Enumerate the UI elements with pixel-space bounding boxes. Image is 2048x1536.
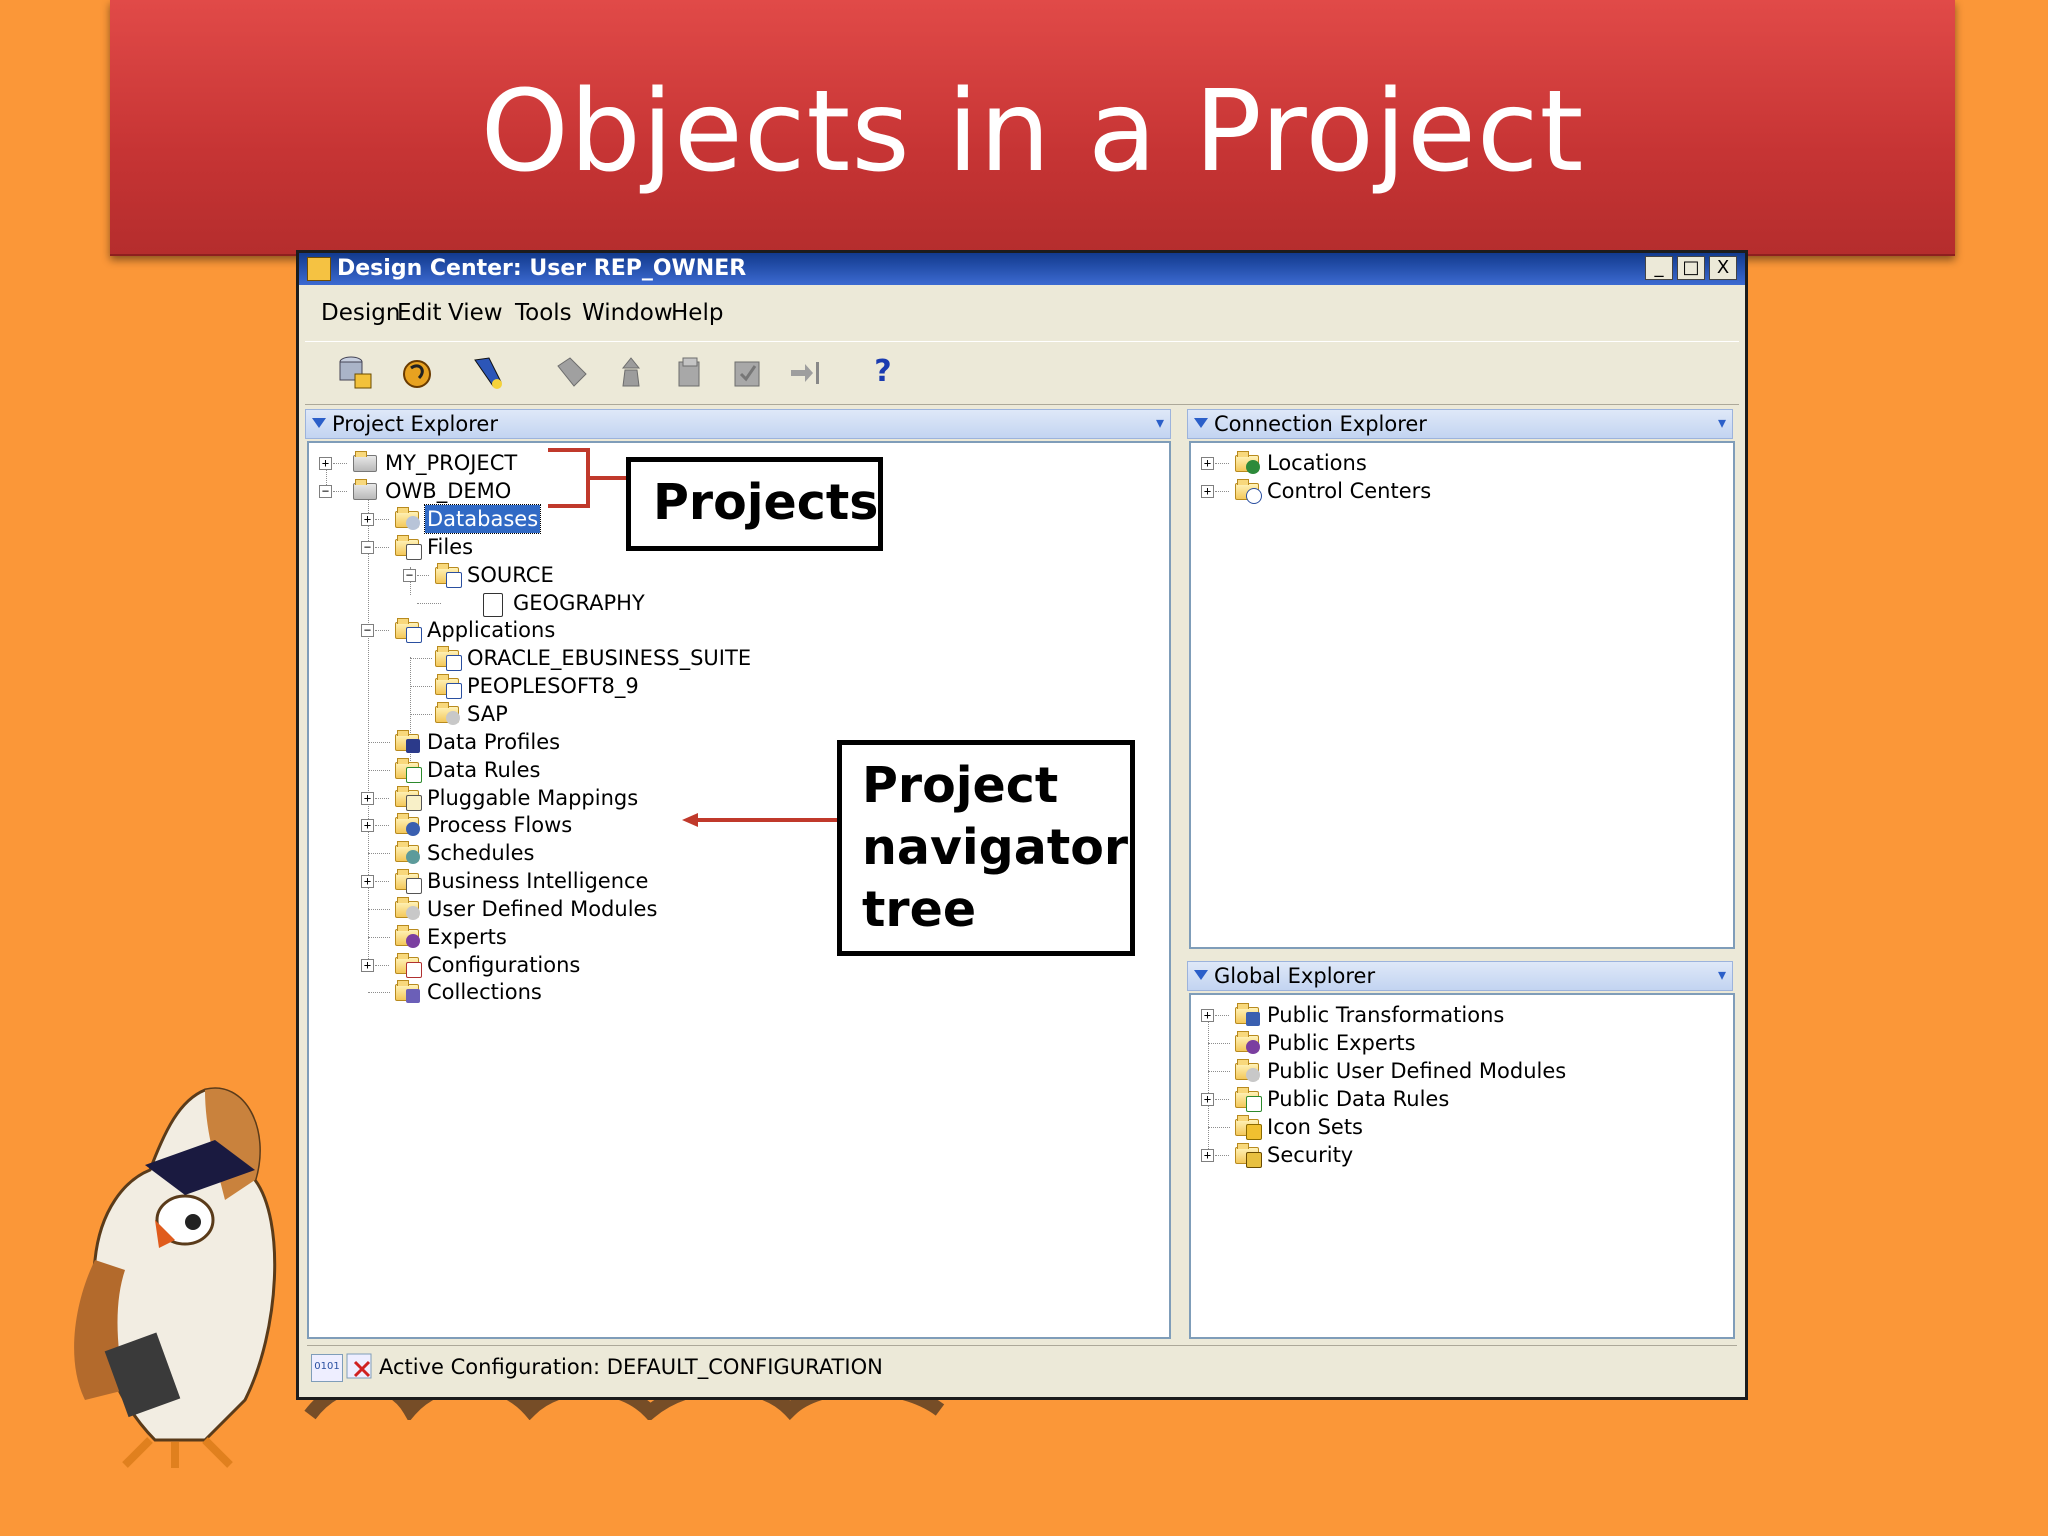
minimize-button[interactable]: _ (1645, 256, 1673, 280)
tree-arrow-annotation (682, 813, 845, 827)
validate-icon[interactable] (727, 352, 767, 392)
files-folder-icon (395, 535, 422, 560)
toolbar: ? (305, 341, 1739, 405)
global-explorer-header[interactable]: Global Explorer ▾ (1187, 961, 1733, 991)
undo-icon[interactable] (397, 352, 437, 392)
app-icon (307, 257, 331, 281)
application-folder-icon (435, 646, 462, 671)
menu-bar: Design Edit View Tools Window Help (309, 293, 1735, 333)
close-button[interactable]: X (1709, 256, 1737, 280)
file-document-icon (481, 591, 507, 617)
global-explorer-title: Global Explorer (1214, 964, 1376, 988)
security-lock-icon (1235, 1143, 1262, 1168)
menu-tools[interactable]: Tools (515, 293, 572, 333)
callout-line-2: navigator (862, 819, 1129, 876)
public-user-defined-modules-icon (1235, 1059, 1261, 1082)
expand-toggle-icon[interactable]: + (361, 819, 374, 832)
control-centers-icon (1235, 479, 1262, 504)
arrow-icon[interactable] (785, 352, 825, 392)
status-bar: 0101 Active Configuration: DEFAULT_CONFI… (307, 1345, 1737, 1388)
collections-icon (395, 980, 421, 1003)
collapse-triangle-icon[interactable] (1194, 418, 1208, 428)
collapse-triangle-icon[interactable] (1194, 970, 1208, 980)
schedules-icon (395, 841, 421, 864)
connection-explorer-title: Connection Explorer (1214, 412, 1427, 436)
sap-folder-icon (435, 702, 461, 725)
experts-icon (395, 925, 421, 948)
binary-icon[interactable]: 0101 (311, 1354, 343, 1382)
databases-folder-icon (395, 507, 421, 530)
menu-edit[interactable]: Edit (397, 293, 442, 333)
database-save-icon[interactable] (335, 352, 375, 392)
menu-window[interactable]: Window (582, 293, 673, 333)
expand-toggle-icon[interactable]: + (361, 959, 374, 972)
locations-globe-icon (1235, 451, 1261, 474)
connection-explorer-header[interactable]: Connection Explorer ▾ (1187, 409, 1733, 439)
project-navigator-tree-callout: Project navigator tree (837, 740, 1135, 956)
collapse-toggle-icon[interactable]: − (319, 485, 332, 498)
slide-title: Objects in a Project (480, 67, 1585, 197)
user-defined-modules-icon (395, 897, 421, 920)
projects-bracket-annotation (548, 448, 630, 508)
window-title: Design Center: User REP_OWNER (337, 256, 747, 281)
callout-line-3: tree (862, 881, 977, 938)
global-explorer-tree: + + + Public Transformations Public Expe… (1189, 993, 1735, 1339)
panel-menu-icon[interactable]: ▾ (1156, 413, 1164, 432)
public-experts-icon (1235, 1031, 1261, 1054)
clipboard-icon[interactable] (669, 352, 709, 392)
help-icon[interactable]: ? (863, 352, 903, 392)
panel-menu-icon[interactable]: ▾ (1718, 965, 1726, 984)
expand-toggle-icon[interactable]: + (361, 792, 374, 805)
pluggable-mappings-icon (395, 786, 422, 811)
application-folder-icon (435, 674, 462, 699)
maximize-button[interactable]: □ (1677, 256, 1705, 280)
flashlight-icon[interactable] (467, 352, 507, 392)
data-profiles-icon (395, 730, 421, 753)
expand-toggle-icon[interactable]: + (361, 513, 374, 526)
owl-mascot-image (74, 1087, 277, 1468)
window-titlebar[interactable]: Design Center: User REP_OWNER _ □ X (299, 253, 1745, 285)
process-flows-icon (395, 813, 421, 836)
error-binary-icon[interactable] (345, 1352, 373, 1380)
callout-line-1: Project (862, 757, 1059, 814)
configurations-icon (395, 953, 422, 978)
icon-sets-icon (1235, 1115, 1262, 1140)
collapse-triangle-icon[interactable] (312, 418, 326, 428)
project-icon (353, 479, 379, 501)
business-intelligence-icon (395, 869, 422, 894)
menu-help[interactable]: Help (671, 293, 723, 333)
file-module-icon (435, 563, 462, 588)
collapse-toggle-icon[interactable]: − (361, 624, 374, 637)
applications-folder-icon (395, 618, 422, 643)
expand-toggle-icon[interactable]: + (1201, 1093, 1214, 1106)
tag-icon[interactable] (552, 352, 592, 392)
collapse-toggle-icon[interactable]: − (403, 569, 416, 582)
active-configuration-status: Active Configuration: DEFAULT_CONFIGURAT… (379, 1355, 883, 1379)
connection-explorer-tree: + + Locations Control Centers (1189, 441, 1735, 949)
panel-menu-icon[interactable]: ▾ (1718, 413, 1726, 432)
menu-view[interactable]: View (448, 293, 503, 333)
project-icon (353, 451, 379, 473)
project-explorer-header[interactable]: Project Explorer ▾ (305, 409, 1171, 439)
expand-toggle-icon[interactable]: + (361, 875, 374, 888)
expand-toggle-icon[interactable]: + (1201, 457, 1214, 470)
data-rules-icon (395, 758, 422, 783)
public-transformations-icon (1235, 1003, 1261, 1026)
expand-toggle-icon[interactable]: + (319, 457, 332, 470)
project-explorer-title: Project Explorer (332, 412, 498, 436)
expand-toggle-icon[interactable]: + (1201, 1009, 1214, 1022)
collapse-toggle-icon[interactable]: − (361, 541, 374, 554)
slide-title-banner: Objects in a Project (110, 0, 1955, 256)
menu-design[interactable]: Design (321, 293, 400, 333)
expand-toggle-icon[interactable]: + (1201, 485, 1214, 498)
projects-callout: Projects (626, 457, 883, 551)
public-data-rules-icon (1235, 1087, 1262, 1112)
expand-toggle-icon[interactable]: + (1201, 1149, 1214, 1162)
deploy-icon[interactable] (611, 352, 651, 392)
